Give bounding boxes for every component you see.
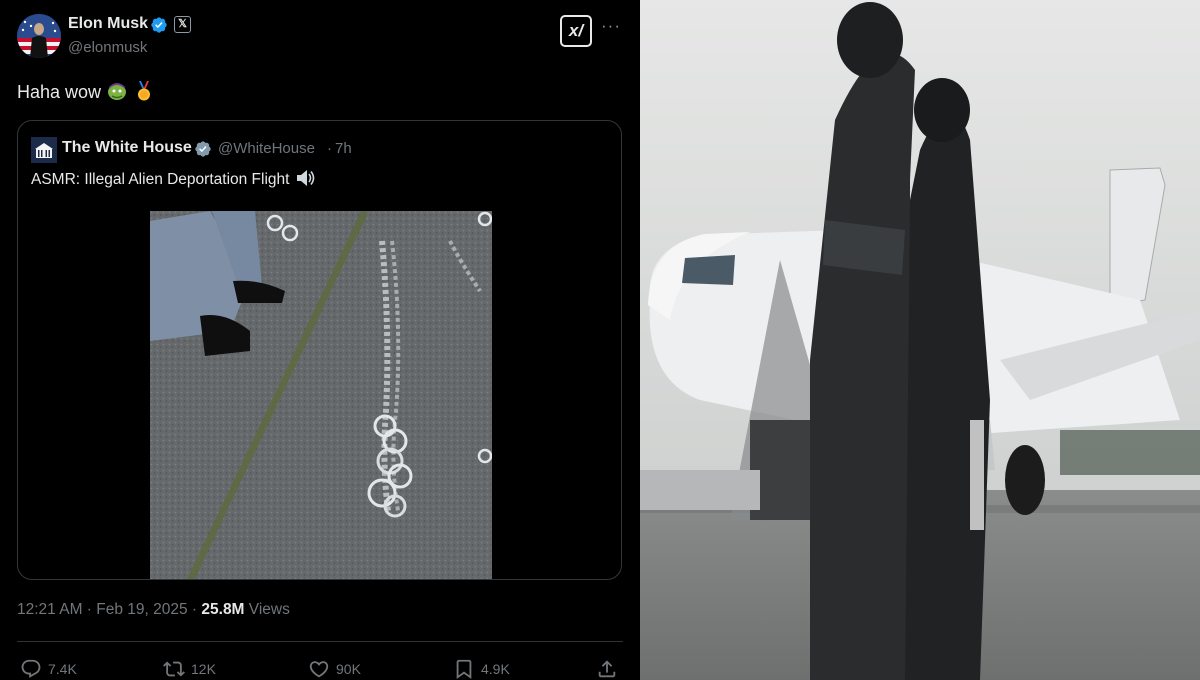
more-options-icon[interactable]: ···: [601, 16, 621, 36]
tweet-meta: 12:21 AM · Feb 19, 2025 · 25.8M Views: [17, 601, 290, 619]
author-avatar[interactable]: [17, 14, 61, 58]
tweet-panel: Elon Musk 𝕏 @elonmusk x/ ··· Haha wow Th…: [0, 0, 640, 680]
author-handle[interactable]: @elonmusk: [68, 39, 147, 56]
reply-button[interactable]: 7.4K: [20, 657, 77, 680]
quote-separator: ·: [327, 140, 332, 157]
share-icon: [598, 660, 616, 678]
airport-tarmac-photo: [640, 0, 1200, 680]
views-label: Views: [244, 601, 290, 618]
quote-text: ASMR: Illegal Alien Deportation Flight: [31, 169, 316, 189]
quote-avatar[interactable]: [31, 137, 57, 163]
tweet-text: Haha wow: [17, 81, 155, 103]
bookmark-count: 4.9K: [481, 661, 510, 677]
gold-medal-emoji-icon: [138, 81, 151, 101]
speaker-emoji-icon: [296, 170, 315, 186]
divider: [17, 641, 623, 642]
quote-timestamp[interactable]: 7h: [335, 140, 352, 157]
quote-author-handle[interactable]: @WhiteHouse: [218, 140, 315, 157]
quote-text-body: ASMR: Illegal Alien Deportation Flight: [31, 171, 290, 188]
repost-count: 12K: [191, 661, 216, 677]
troll-emoji-icon: [108, 83, 127, 100]
tweet-text-body: Haha wow: [17, 82, 102, 102]
repost-icon: [163, 661, 185, 677]
repost-button[interactable]: 12K: [163, 657, 216, 680]
verified-badge-icon: [151, 17, 167, 33]
bookmark-button[interactable]: 4.9K: [453, 657, 510, 680]
quote-author-name[interactable]: The White House: [62, 139, 192, 157]
tweet-timestamp[interactable]: 12:21 AM · Feb 19, 2025 ·: [17, 601, 201, 618]
share-button[interactable]: [596, 657, 624, 680]
quote-media-image[interactable]: [150, 211, 492, 579]
grok-icon[interactable]: x/: [560, 15, 592, 47]
quoted-tweet-card[interactable]: The White House @WhiteHouse · 7h ASMR: I…: [17, 120, 622, 580]
reply-count: 7.4K: [48, 661, 77, 677]
reply-icon: [21, 659, 41, 678]
heart-icon: [309, 661, 329, 678]
views-count[interactable]: 25.8M: [201, 601, 244, 618]
bookmark-icon: [456, 659, 472, 680]
x-affiliate-badge-icon[interactable]: 𝕏: [174, 16, 191, 33]
like-count: 90K: [336, 661, 361, 677]
author-name[interactable]: Elon Musk: [68, 15, 148, 33]
like-button[interactable]: 90K: [308, 657, 361, 680]
gov-verified-badge-icon: [195, 141, 211, 157]
